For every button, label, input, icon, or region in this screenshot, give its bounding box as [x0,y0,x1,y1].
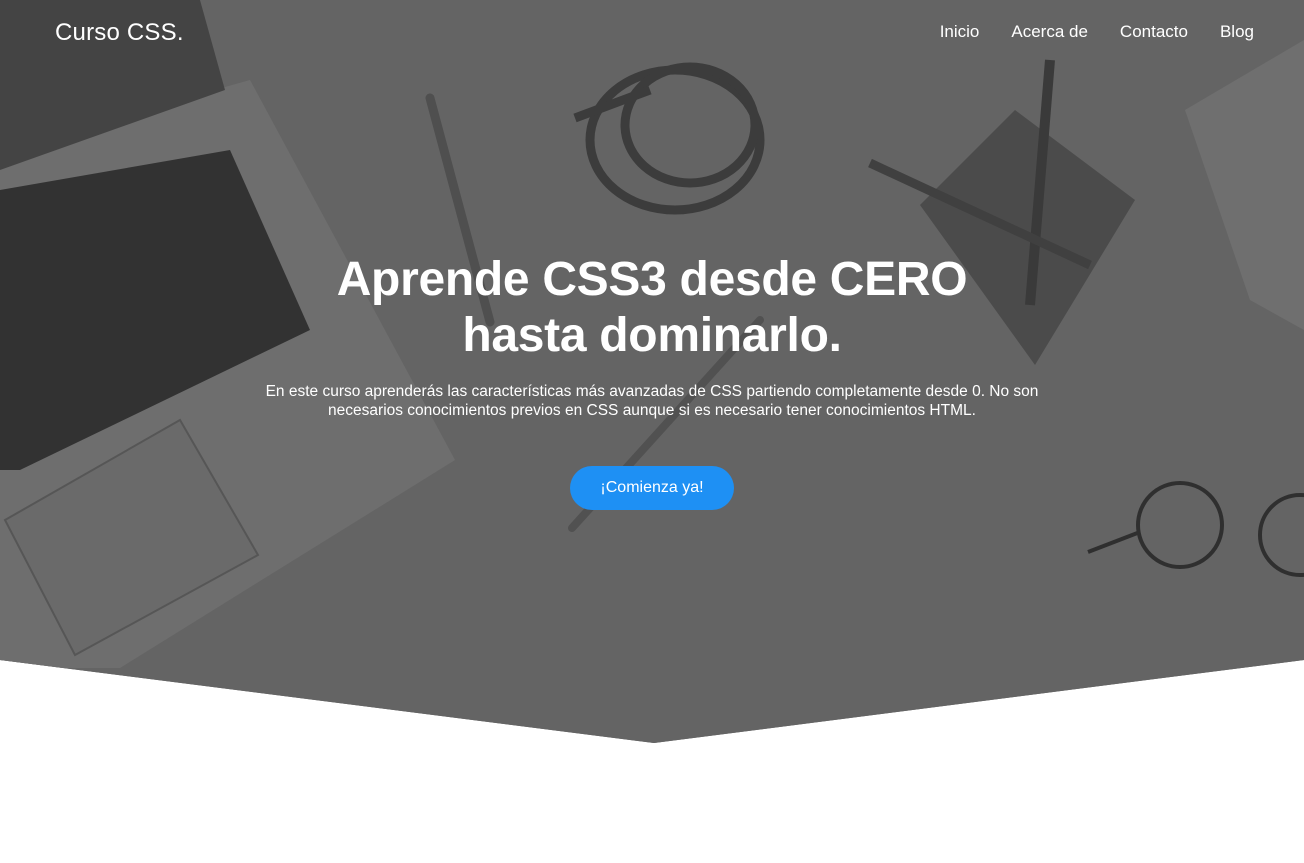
hero-title: Aprende CSS3 desde CERO hasta dominarlo. [336,253,968,362]
nav-link-inicio[interactable]: Inicio [940,22,980,42]
hero-section: Curso CSS. Inicio Acerca de Contacto Blo… [0,0,1304,743]
hero-content: Aprende CSS3 desde CERO hasta dominarlo.… [0,252,1304,510]
nav-link-acerca-de[interactable]: Acerca de [1011,22,1088,42]
main-nav: Inicio Acerca de Contacto Blog [940,22,1254,42]
hero-description: En este curso aprenderás las característ… [265,383,1039,419]
nav-link-contacto[interactable]: Contacto [1120,22,1188,42]
nav-link-blog[interactable]: Blog [1220,22,1254,42]
start-now-button[interactable]: ¡Comienza ya! [570,466,734,510]
brand-logo[interactable]: Curso CSS. [55,19,184,47]
site-header: Curso CSS. Inicio Acerca de Contacto Blo… [0,0,1304,66]
